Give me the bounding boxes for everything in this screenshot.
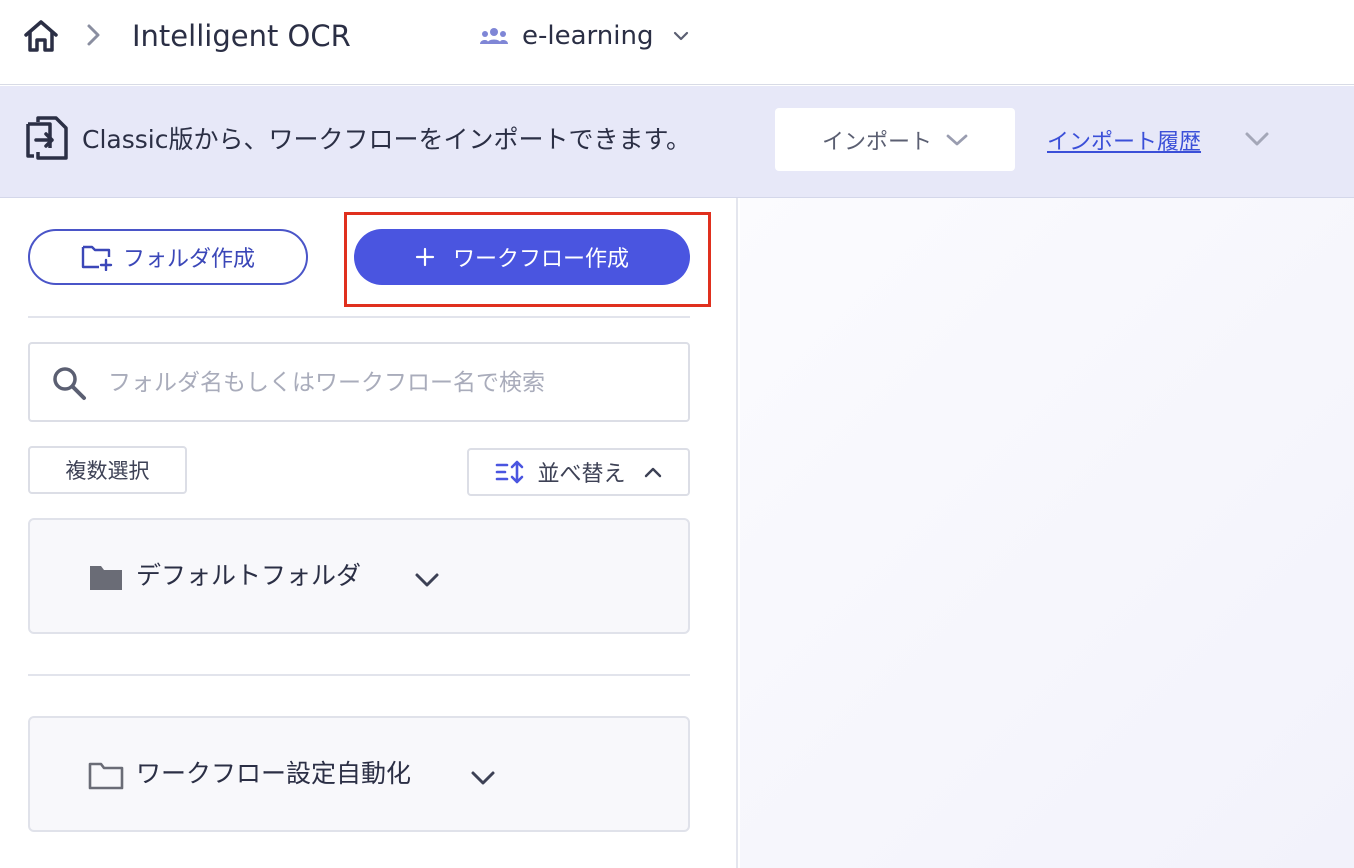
folder-filled-icon (90, 566, 122, 590)
import-button-label: インポート (821, 129, 932, 155)
create-folder-button[interactable]: フォルダ作成 (28, 229, 308, 285)
divider (28, 316, 690, 318)
create-workflow-label: ワークフロー作成 (452, 247, 629, 272)
workflow-list-pane: フォルダ作成 ワークフロー作成 複数選択 並べ替え デフォルトフォルダ (0, 198, 738, 868)
import-history-link[interactable]: インポート履歴 (1047, 124, 1201, 156)
top-header: Intelligent OCR e-learning (0, 0, 1354, 85)
sort-button[interactable]: 並べ替え (467, 448, 690, 496)
home-icon[interactable] (22, 18, 60, 54)
breadcrumb-chevron-icon (87, 24, 100, 46)
sort-icon (496, 460, 524, 484)
chevron-down-icon (946, 134, 968, 145)
banner-message: Classic版から、ワークフローをインポートできます。 (82, 125, 691, 154)
folder-outline-icon (88, 762, 124, 790)
plus-icon (415, 247, 435, 267)
chevron-up-icon (644, 467, 661, 478)
import-dropdown-button[interactable]: インポート (775, 108, 1015, 171)
create-folder-label: フォルダ作成 (122, 247, 255, 272)
workflow-detail-pane (740, 198, 1354, 868)
folder-label: ワークフロー設定自動化 (136, 759, 412, 788)
search-box (28, 342, 690, 422)
app-title: Intelligent OCR (132, 19, 351, 53)
folder-item-workflow-automation[interactable]: ワークフロー設定自動化 (28, 716, 690, 832)
team-icon (480, 28, 508, 44)
folder-item-default[interactable]: デフォルトフォルダ (28, 518, 690, 634)
create-workflow-button[interactable]: ワークフロー作成 (354, 229, 690, 285)
divider (28, 674, 690, 676)
folder-add-icon (81, 245, 113, 271)
chevron-down-icon[interactable] (414, 572, 440, 588)
chevron-down-icon[interactable] (470, 770, 496, 786)
search-icon (53, 367, 86, 400)
import-banner: Classic版から、ワークフローをインポートできます。 インポート インポート… (0, 86, 1354, 198)
import-icon (26, 116, 68, 160)
sort-label: 並べ替え (537, 462, 626, 487)
folder-label: デフォルトフォルダ (136, 561, 362, 590)
workspace-selector[interactable]: e-learning (480, 14, 689, 58)
multi-select-label: 複数選択 (65, 459, 150, 483)
multi-select-button[interactable]: 複数選択 (28, 446, 187, 494)
search-input[interactable] (108, 358, 678, 408)
banner-collapse-chevron-icon[interactable] (1244, 131, 1270, 147)
workspace-label: e-learning (522, 21, 654, 51)
chevron-down-icon (674, 31, 689, 41)
